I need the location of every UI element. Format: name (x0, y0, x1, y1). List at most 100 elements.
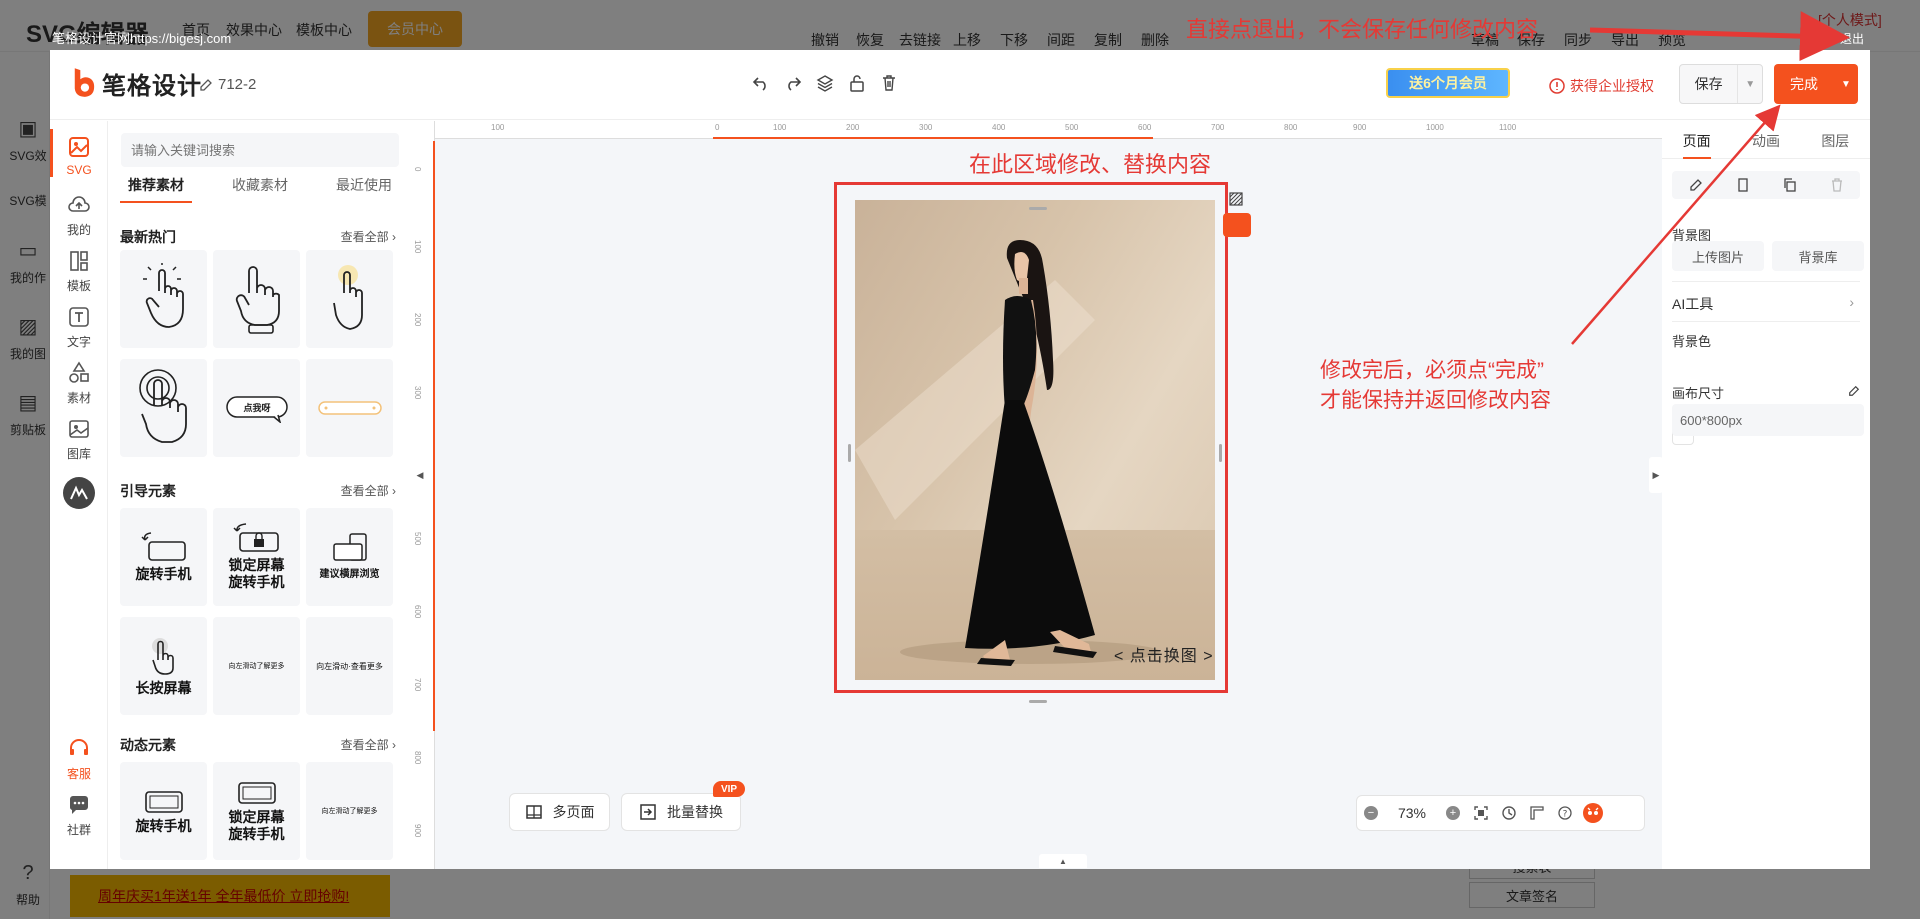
image-icon (69, 420, 89, 438)
material-card[interactable]: 锁定屏幕 旋转手机 (213, 762, 300, 860)
iconbar-mine[interactable]: 我的 (50, 193, 108, 238)
unlock-icon[interactable] (846, 72, 868, 94)
undo-icon[interactable] (750, 72, 772, 94)
redo-icon[interactable] (782, 72, 804, 94)
divider (1672, 281, 1860, 282)
tab-layers[interactable]: 图层 (1801, 121, 1870, 158)
layers-icon[interactable] (814, 72, 836, 94)
tab-favorites[interactable]: 收藏素材 (224, 175, 296, 203)
trash-icon[interactable] (1830, 178, 1844, 192)
zoom-level[interactable]: 73% (1385, 805, 1439, 821)
page-tag-icon[interactable] (1223, 213, 1251, 237)
assistant-icon[interactable] (1579, 795, 1607, 831)
material-card[interactable]: 建议横屏浏览 (306, 508, 393, 606)
tab-page[interactable]: 页面 (1662, 121, 1731, 159)
material-card[interactable] (120, 250, 207, 348)
material-card[interactable] (120, 359, 207, 457)
iconbar-ai[interactable] (50, 477, 108, 509)
text-icon (69, 307, 89, 327)
upload-image-button[interactable]: 上传图片 (1672, 241, 1764, 271)
material-card[interactable]: 点我呀 (213, 359, 300, 457)
edit-icon (200, 78, 212, 91)
divider (1672, 321, 1860, 322)
iconbar-gallery[interactable]: 图库 (50, 417, 108, 462)
exit-button[interactable]: 退出 (1840, 30, 1864, 47)
iconbar-community[interactable]: 社群 (50, 793, 108, 838)
batch-replace-button[interactable]: 批量替换 (621, 793, 741, 831)
edit-icon[interactable] (1848, 385, 1860, 397)
fit-screen-icon[interactable] (1467, 795, 1495, 831)
material-card[interactable]: 旋转手机 (120, 508, 207, 606)
save-button[interactable]: 保存 ▼ (1679, 64, 1763, 104)
collapse-right-panel[interactable]: ▶ (1649, 457, 1663, 493)
tap-hand-icon (142, 263, 184, 328)
chevron-down-icon[interactable]: ▼ (1737, 65, 1762, 103)
enterprise-license-link[interactable]: 获得企业授权 (1549, 76, 1654, 96)
view-all-dynamic-link[interactable]: 查看全部 › (341, 736, 396, 753)
material-search-input[interactable] (121, 133, 399, 167)
view-all-hot-link[interactable]: 查看全部 › (341, 228, 396, 245)
material-card[interactable]: 长按屏幕 (120, 617, 207, 715)
book-icon (525, 805, 542, 819)
zoom-out-button[interactable]: − (1357, 795, 1385, 831)
view-all-guide-link[interactable]: 查看全部 › (341, 482, 396, 499)
document-name[interactable]: 712-2 (199, 76, 256, 93)
chevron-right-icon: › (1849, 294, 1854, 310)
iconbar-service[interactable]: 客服 (50, 737, 108, 782)
material-card[interactable] (306, 250, 393, 348)
phone-icon (237, 782, 276, 804)
page-tools (1672, 171, 1860, 199)
material-card[interactable] (213, 250, 300, 348)
section-guide: 引导元素 查看全部 › (120, 482, 396, 499)
grid-icon[interactable] (1229, 192, 1243, 206)
speech-bubble-icon: 点我呀 (225, 396, 288, 423)
ruler-highlight (713, 137, 1153, 139)
collapse-left-panel[interactable]: ◀ (413, 457, 427, 493)
material-card[interactable]: 向左滑动了解更多 (306, 762, 393, 860)
site-watermark: 笔格设计官网https://bigesj.com (52, 31, 232, 46)
done-button[interactable]: 完成 ▼ (1774, 64, 1858, 104)
material-card[interactable]: 锁定屏幕 旋转手机 (213, 508, 300, 606)
collapse-bottom-panel[interactable]: ▲ (1039, 854, 1087, 868)
history-icon[interactable] (1495, 795, 1523, 831)
iconbar-materials[interactable]: 素材 (50, 361, 108, 406)
ai-tools-row[interactable]: AI工具 › (1672, 294, 1860, 314)
help-icon[interactable]: ? (1551, 795, 1579, 831)
material-card[interactable]: 旋转手机 (120, 762, 207, 860)
canvas-size-field[interactable]: 600*800px (1672, 404, 1864, 436)
ruler-toggle-icon[interactable] (1523, 795, 1551, 831)
tab-recent[interactable]: 最近使用 (328, 175, 400, 203)
pill-outline-icon (317, 401, 382, 415)
resize-handle-top[interactable] (1029, 207, 1047, 210)
brand-logo[interactable]: 笔格设计 (72, 65, 202, 101)
chevron-down-icon[interactable]: ▼ (1834, 79, 1858, 90)
material-card[interactable]: 向左滑动了解更多 (213, 617, 300, 715)
delete-icon[interactable] (878, 72, 900, 94)
horizontal-ruler[interactable]: 100 0 100 200 300 400 500 600 700 800 90… (435, 121, 1662, 139)
canvas-area: 100 0 100 200 300 400 500 600 700 800 90… (413, 121, 1663, 869)
gift-membership-banner[interactable]: 送6个月会员 (1386, 68, 1510, 98)
zoom-in-button[interactable]: + (1439, 795, 1467, 831)
copy-icon[interactable] (1783, 178, 1797, 192)
canvas-edit-note: 在此区域修改、替换内容 (969, 152, 1212, 177)
iconbar-templates[interactable]: 模板 (50, 249, 108, 294)
iconbar-text[interactable]: 文字 (50, 305, 108, 350)
tab-animation[interactable]: 动画 (1731, 121, 1800, 158)
edit-icon[interactable] (1689, 178, 1703, 192)
multi-page-button[interactable]: 多页面 (509, 793, 610, 831)
resize-handle-left[interactable] (848, 444, 851, 462)
iconbar-svg[interactable]: SVG (50, 129, 108, 177)
material-card[interactable]: 向左滑动·查看更多 (306, 617, 393, 715)
cloud-icon (68, 196, 90, 212)
page-icon[interactable] (1736, 178, 1750, 192)
resize-handle-bottom[interactable] (1029, 700, 1047, 703)
vertical-ruler[interactable]: 0 100 200 300 400 500 600 700 800 900 (413, 121, 435, 869)
shapes-icon (69, 361, 89, 383)
warning-icon (1549, 78, 1565, 94)
tab-recommended[interactable]: 推荐素材 (120, 175, 192, 203)
resize-handle-right[interactable] (1219, 444, 1222, 462)
bg-library-button[interactable]: 背景库 (1772, 241, 1864, 271)
landscape-phone-icon (332, 532, 367, 561)
ai-icon (63, 477, 95, 509)
material-card[interactable] (306, 359, 393, 457)
